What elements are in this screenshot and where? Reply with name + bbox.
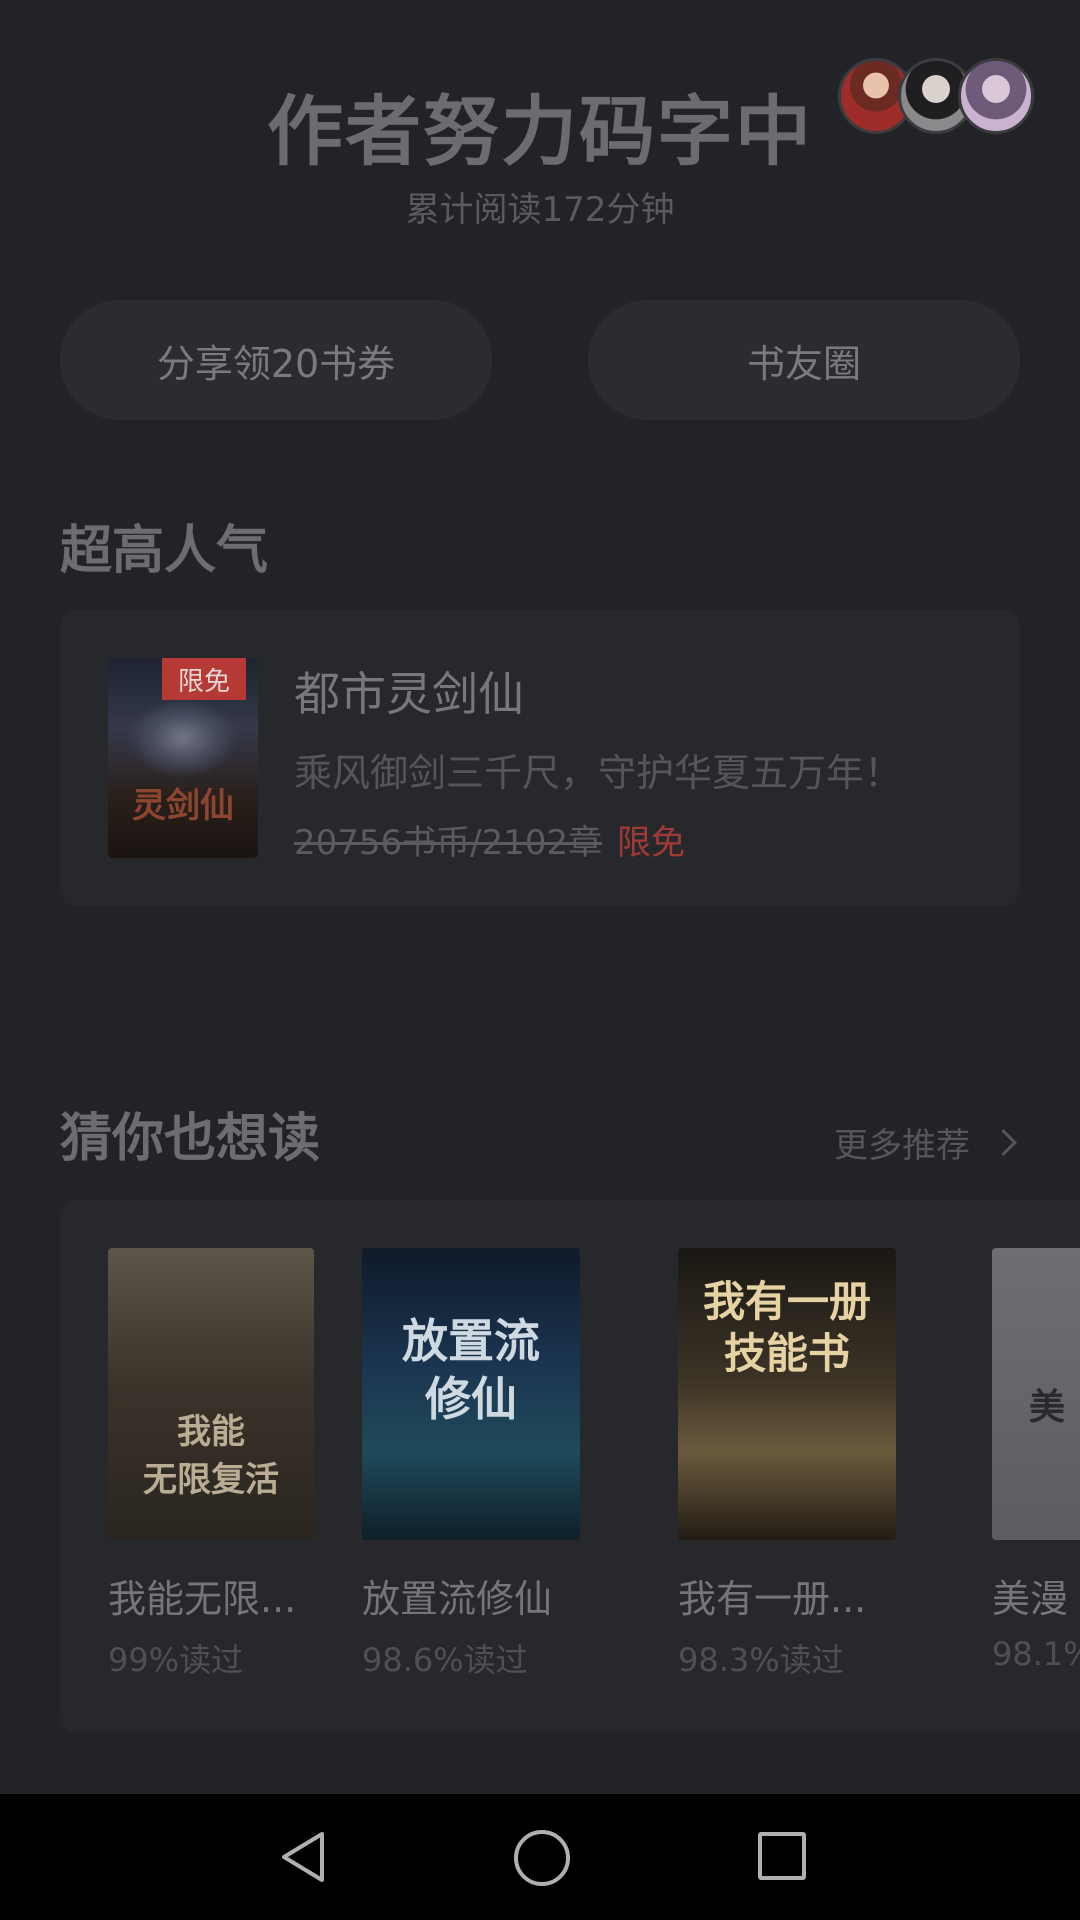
book-price: 20756书币/2102章 (294, 823, 603, 863)
book-title: 我有一册... (678, 1577, 867, 1621)
avatar (958, 58, 1034, 134)
free-badge: 限免 (162, 658, 246, 700)
section-title-popular: 超高人气 (60, 520, 269, 581)
system-nav-bar (0, 1794, 1080, 1920)
book-title: 美漫 (992, 1577, 1069, 1621)
back-triangle-icon[interactable] (280, 1830, 326, 1888)
book-description: 乘风御剑三千尺，守护华夏五万年！ (294, 751, 903, 795)
cover-title: 我有一册 技能书 (702, 1277, 871, 1378)
recent-square-icon[interactable] (758, 1832, 806, 1880)
list-item[interactable]: 我有一册 技能书 我有一册... 98.3%读过 (678, 1248, 896, 1681)
section-title-recommend: 猜你也想读 (60, 1108, 321, 1169)
book-title: 放置流修仙 (362, 1577, 553, 1621)
reading-time-stat: 累计阅读172分钟 (405, 190, 675, 230)
more-recommend-link[interactable]: 更多推荐 (834, 1118, 1017, 1167)
free-tag: 限免 (617, 823, 685, 863)
list-item[interactable]: 美 美漫 98.1% (992, 1248, 1080, 1673)
book-cover: 放置流 修仙 (362, 1248, 580, 1540)
cover-title: 我能 无限复活 (143, 1412, 279, 1500)
home-circle-icon[interactable] (514, 1830, 570, 1886)
cover-title: 灵剑仙 (132, 786, 234, 826)
read-percent: 98.1% (992, 1635, 1080, 1673)
share-coupon-button[interactable]: 分享领20书券 (60, 300, 492, 420)
book-cover: 美 (992, 1248, 1080, 1540)
reader-avatars[interactable] (838, 58, 1038, 134)
read-percent: 98.6%读过 (362, 1641, 528, 1679)
book-circle-button[interactable]: 书友圈 (588, 300, 1020, 420)
book-cover[interactable]: 灵剑仙 限免 (108, 658, 258, 858)
book-cover: 我有一册 技能书 (678, 1248, 896, 1540)
book-cover: 我能 无限复活 (108, 1248, 314, 1540)
cover-art (128, 698, 238, 778)
cover-title: 放置流 修仙 (402, 1314, 540, 1426)
chevron-right-icon (990, 1129, 1017, 1156)
book-title: 都市灵剑仙 (294, 667, 524, 721)
featured-book-card[interactable]: 灵剑仙 限免 都市灵剑仙 乘风御剑三千尺，守护华夏五万年！ 20756书币/21… (60, 610, 1020, 906)
list-item[interactable]: 放置流 修仙 放置流修仙 98.6%读过 (362, 1248, 580, 1681)
book-title: 我能无限... (108, 1577, 297, 1621)
cover-title: 美 (1028, 1386, 1065, 1428)
list-item[interactable]: 我能 无限复活 我能无限... 99%读过 (108, 1248, 314, 1681)
more-recommend-label: 更多推荐 (834, 1126, 970, 1166)
recommend-list[interactable]: 我能 无限复活 我能无限... 99%读过 放置流 修仙 放置流修仙 98.6%… (60, 1200, 1080, 1732)
read-percent: 98.3%读过 (678, 1641, 844, 1679)
read-percent: 99%读过 (108, 1641, 244, 1679)
